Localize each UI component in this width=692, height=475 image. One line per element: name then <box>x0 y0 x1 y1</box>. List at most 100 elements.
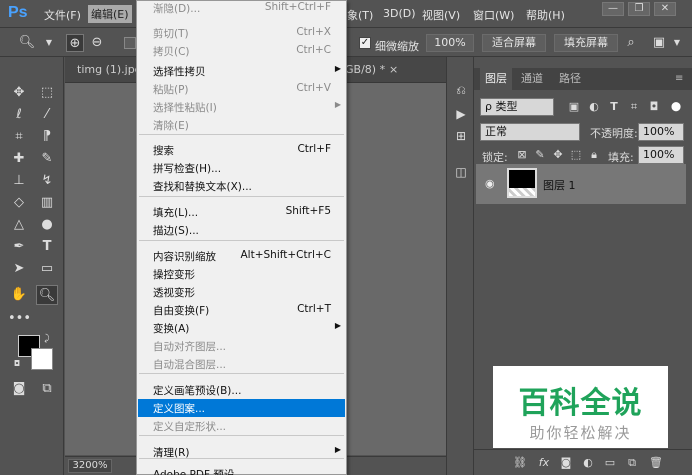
tab-paths[interactable]: 路径 <box>554 68 586 90</box>
tab-channels[interactable]: 通道 <box>516 68 548 90</box>
lock-transparent-icon[interactable]: ⊠ <box>514 147 530 163</box>
opacity-field[interactable]: 100% <box>638 123 684 141</box>
edit-menu-item[interactable]: 操控变形 <box>138 265 345 283</box>
document-tab-active[interactable]: GB/8) * <box>345 63 385 76</box>
filter-type-icon[interactable]: T <box>606 99 622 115</box>
edit-menu-item[interactable]: 拼写检查(H)... <box>138 159 345 177</box>
libraries-panel-icon[interactable]: ⊞ <box>452 127 470 145</box>
blend-mode-select[interactable]: 正常 <box>480 123 580 141</box>
background-color-swatch[interactable] <box>31 348 53 370</box>
rectangle-tool-icon[interactable]: ▭ <box>36 259 58 279</box>
restore-button[interactable]: ❐ <box>628 2 650 16</box>
edit-menu-item[interactable]: 透视变形 <box>138 283 345 301</box>
delete-layer-icon[interactable]: 🗑︎ <box>648 455 664 471</box>
lock-artboard-icon[interactable]: ⬚ <box>568 147 584 163</box>
zoom-in-icon[interactable]: ⊕ <box>66 34 84 52</box>
layer-kind-filter[interactable]: ρ 类型 <box>480 98 554 116</box>
healing-brush-tool-icon[interactable]: ✚ <box>8 149 30 169</box>
default-colors-icon[interactable]: ◘ <box>12 359 22 369</box>
type-tool-icon[interactable]: T <box>36 237 58 257</box>
edit-menu-item[interactable]: 内容识别缩放 Alt+Shift+Ctrl+C <box>138 247 345 265</box>
edit-menu-item[interactable]: 搜索 Ctrl+F <box>138 141 345 159</box>
zoom-level-readout[interactable]: 3200% <box>68 459 112 473</box>
lock-all-icon[interactable]: 🔒︎ <box>586 147 602 163</box>
pen-tool-icon[interactable]: ✒ <box>8 237 30 257</box>
menu-window[interactable]: 窗口(W) <box>473 7 514 23</box>
new-group-icon[interactable]: ▭ <box>602 455 618 471</box>
link-layers-icon[interactable]: ⛓ <box>512 455 528 471</box>
lock-position-icon[interactable]: ✥ <box>550 147 566 163</box>
dodge-tool-icon[interactable]: ● <box>36 215 58 235</box>
filter-shape-icon[interactable]: ⌗ <box>626 99 642 115</box>
zoom-out-icon[interactable]: ⊖ <box>88 34 106 52</box>
stamp-tool-icon[interactable]: ⊥ <box>8 171 30 191</box>
blur-tool-icon[interactable]: △ <box>8 215 30 235</box>
brush-tool-icon[interactable]: ✎ <box>36 149 58 169</box>
edit-menu-item[interactable]: 自由变换(F) Ctrl+T <box>138 301 345 319</box>
edit-menu-item[interactable]: 描边(S)... <box>138 221 345 239</box>
add-mask-icon[interactable]: ◙ <box>558 455 574 471</box>
history-panel-icon[interactable]: ⎌ <box>452 81 470 99</box>
close-tab-icon[interactable]: × <box>389 63 398 76</box>
menu-view[interactable]: 视图(V) <box>422 7 460 23</box>
lock-image-icon[interactable]: ✎ <box>532 147 548 163</box>
edit-menu-item[interactable]: 定义画笔预设(B)... <box>138 381 345 399</box>
menu-3d[interactable]: 3D(D) <box>383 7 416 20</box>
hand-tool-icon[interactable]: ✋ <box>8 285 30 305</box>
filter-smart-object-icon[interactable]: ◘ <box>646 99 662 115</box>
scrubby-zoom-checkbox[interactable]: ✓ <box>359 37 371 49</box>
close-window-button[interactable]: ✕ <box>654 2 676 16</box>
edit-menu-item[interactable]: 填充(L)... Shift+F5 <box>138 203 345 221</box>
actions-panel-icon[interactable]: ▶ <box>452 105 470 123</box>
eraser-tool-icon[interactable]: ◇ <box>8 193 30 213</box>
fx-icon[interactable]: fx <box>536 455 552 471</box>
lasso-tool-icon[interactable]: ℓ <box>8 105 30 125</box>
zoom-100-button[interactable]: 100% <box>426 34 474 52</box>
panel-menu-icon[interactable]: ≡ <box>670 68 688 90</box>
marquee-tool-icon[interactable]: ⬚ <box>36 83 58 103</box>
zoom-tool-preset-icon[interactable]: 🔍︎ <box>18 34 36 52</box>
menu-file[interactable]: 文件(F) <box>44 7 81 23</box>
edit-menu-item[interactable]: 选择性拷贝 ▶ <box>138 62 345 80</box>
resize-windows-checkbox[interactable] <box>124 37 136 49</box>
fill-field[interactable]: 100% <box>638 146 684 164</box>
zoom-tool-icon[interactable]: 🔍︎ <box>36 285 58 305</box>
eyedropper-tool-icon[interactable]: ⁋ <box>36 127 58 147</box>
crop-tool-icon[interactable]: ⌗ <box>8 127 30 147</box>
quick-mask-icon[interactable]: ◙ <box>8 379 30 399</box>
magic-wand-tool-icon[interactable]: ⁄ <box>36 105 58 125</box>
menu-help[interactable]: 帮助(H) <box>526 7 565 23</box>
gradient-tool-icon[interactable]: ▥ <box>36 193 58 213</box>
edit-menu-item[interactable]: Adobe PDF 预设... <box>138 465 345 475</box>
chevron-down-icon[interactable]: ▼ <box>40 34 58 52</box>
minimize-button[interactable]: — <box>602 2 624 16</box>
layer-name[interactable]: 图层 1 <box>543 177 576 193</box>
filter-toggle-icon[interactable]: ⬤ <box>668 99 684 115</box>
visibility-eye-icon[interactable]: ◉ <box>485 177 495 190</box>
move-tool-icon[interactable]: ✥ <box>8 83 30 103</box>
workspace-icon[interactable]: ▣ <box>650 34 668 52</box>
tab-layers[interactable]: 图层 <box>480 68 512 90</box>
filter-adjustment-icon[interactable]: ◐ <box>586 99 602 115</box>
chevron-down-icon[interactable]: ▼ <box>668 34 686 52</box>
fill-screen-button[interactable]: 填充屏幕 <box>554 34 618 52</box>
more-tools-icon[interactable]: ••• <box>8 309 31 329</box>
path-selection-tool-icon[interactable]: ➤ <box>8 259 30 279</box>
properties-panel-icon[interactable]: ◫ <box>452 163 470 181</box>
edit-menu-item[interactable]: 变换(A) ▶ <box>138 319 345 337</box>
menu-edit[interactable]: 编辑(E) <box>88 5 132 23</box>
filter-pixel-icon[interactable]: ▣ <box>566 99 582 115</box>
swap-colors-icon[interactable]: ⤸ <box>40 333 54 345</box>
edit-menu-item[interactable]: 查找和替换文本(X)... <box>138 177 345 195</box>
new-layer-icon[interactable]: ⧉ <box>624 455 640 471</box>
menu-item-label: 内容识别缩放 <box>153 251 216 263</box>
layer-row[interactable]: ◉ 图层 1 <box>476 164 686 204</box>
menu-image[interactable]: 象(T) <box>347 7 373 23</box>
search-icon[interactable]: ⌕ <box>622 34 640 52</box>
history-brush-tool-icon[interactable]: ↯ <box>36 171 58 191</box>
edit-menu-item[interactable]: 定义图案... <box>138 399 345 417</box>
fit-screen-button[interactable]: 适合屏幕 <box>482 34 546 52</box>
screen-mode-icon[interactable]: ⧉ <box>36 379 58 399</box>
document-tab-timg[interactable]: timg (1).jpg <box>77 63 142 76</box>
adjustment-layer-icon[interactable]: ◐ <box>580 455 596 471</box>
